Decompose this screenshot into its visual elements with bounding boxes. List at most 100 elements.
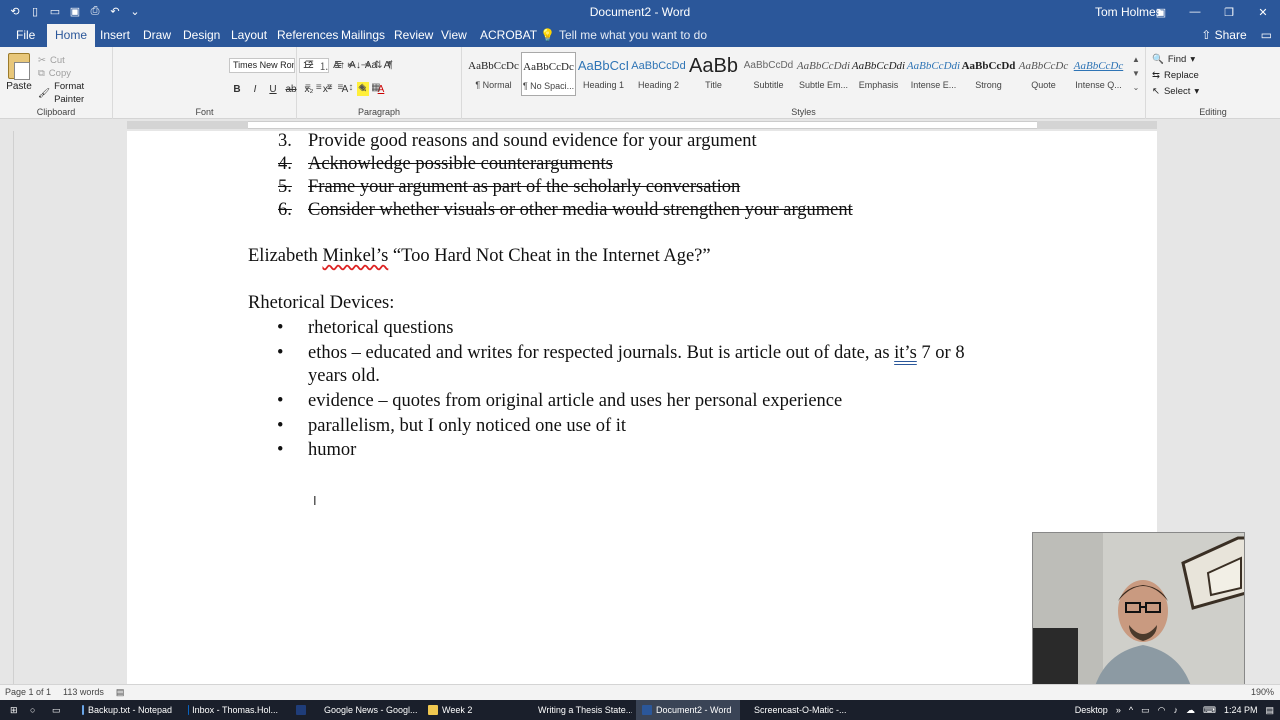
notifications-icon[interactable]: ▤ bbox=[1265, 705, 1274, 716]
tab-layout[interactable]: Layout bbox=[223, 24, 275, 47]
gallery-up-icon[interactable]: ▲ bbox=[1130, 53, 1142, 67]
volume-icon[interactable]: ♪ bbox=[1173, 705, 1178, 715]
gallery-more-icon[interactable]: ⌄ bbox=[1130, 81, 1142, 95]
zoom-level[interactable]: 190% bbox=[1251, 687, 1274, 697]
onedrive-icon[interactable]: ☁ bbox=[1186, 705, 1195, 716]
numbering-icon[interactable]: ⒈ bbox=[319, 58, 329, 73]
shading-icon[interactable]: ◈ bbox=[358, 82, 366, 93]
show-marks-icon[interactable]: ¶ bbox=[388, 60, 393, 71]
paste-button[interactable]: Paste bbox=[6, 53, 32, 92]
language-icon[interactable]: ⌨ bbox=[1203, 705, 1216, 716]
bullet-item[interactable]: • evidence – quotes from original articl… bbox=[127, 391, 1157, 415]
tab-design[interactable]: Design bbox=[175, 24, 228, 47]
word-count[interactable]: 113 words bbox=[63, 687, 104, 698]
list-item-4[interactable]: 4. Acknowledge possible counterarguments bbox=[127, 154, 647, 178]
bullet-item[interactable]: • rhetorical questions bbox=[127, 318, 1157, 342]
style-subtitle[interactable]: AaBbCcDd Subtitle bbox=[741, 52, 796, 96]
bullet-item[interactable]: • parallelism, but I only noticed one us… bbox=[127, 416, 1157, 440]
taskbar-item-label: Screencast-O-Matic -... bbox=[754, 705, 847, 715]
bold-icon[interactable]: B bbox=[231, 82, 243, 96]
search-icon: ○ bbox=[30, 705, 36, 715]
justify-icon[interactable]: ≡ bbox=[338, 82, 344, 93]
start-button[interactable]: ⊞ bbox=[4, 700, 24, 720]
comments-icon[interactable]: ▭ bbox=[1261, 24, 1272, 47]
taskbar-item-screencast[interactable]: Screencast-O-Matic -... bbox=[744, 700, 848, 720]
taskbar-item-powershell[interactable] bbox=[290, 700, 312, 720]
align-right-icon[interactable]: ≡ bbox=[327, 82, 333, 93]
style-heading-2[interactable]: AaBbCcDd Heading 2 bbox=[631, 52, 686, 96]
bullets-icon[interactable]: ☰ bbox=[305, 60, 314, 71]
style-subtle-emphasis[interactable]: AaBbCcDdi Subtle Em... bbox=[796, 52, 851, 96]
tab-insert[interactable]: Insert bbox=[92, 24, 138, 47]
style-quote[interactable]: AaBbCcDc Quote bbox=[1016, 52, 1071, 96]
horizontal-ruler[interactable] bbox=[0, 119, 1280, 131]
taskbar-item-chrome[interactable]: Google News - Googl... bbox=[314, 700, 422, 720]
style-emphasis[interactable]: AaBbCcDdi Emphasis bbox=[851, 52, 906, 96]
format-painter-button[interactable]: 🖌 Format Painter bbox=[38, 80, 112, 106]
clock[interactable]: 1:24 PM bbox=[1224, 705, 1258, 715]
style-title[interactable]: AaBb Title bbox=[686, 52, 741, 96]
decrease-indent-icon[interactable]: ⇤ bbox=[347, 60, 355, 71]
ruler-bar bbox=[127, 121, 1157, 129]
styles-gallery-scroll[interactable]: ▲ ▼ ⌄ bbox=[1130, 53, 1142, 95]
sort-icon[interactable]: ⇅ bbox=[374, 60, 382, 71]
vertical-ruler[interactable] bbox=[0, 131, 14, 684]
gallery-down-icon[interactable]: ▼ bbox=[1130, 67, 1142, 81]
align-center-icon[interactable]: ≡ bbox=[316, 82, 322, 93]
taskbar-item-word-document2[interactable]: Document2 - Word bbox=[636, 700, 740, 720]
taskbar-item-word-thesis[interactable]: Writing a Thesis State... bbox=[528, 700, 632, 720]
close-icon[interactable]: ✕ bbox=[1246, 0, 1280, 24]
tab-home[interactable]: Home bbox=[47, 24, 96, 47]
increase-indent-icon[interactable]: ⇥ bbox=[361, 60, 369, 71]
chevron-right-icon[interactable]: » bbox=[1116, 705, 1121, 715]
taskbar-item-outlook[interactable]: Inbox - Thomas.Hol... bbox=[182, 700, 284, 720]
page-count[interactable]: Page 1 of 1 bbox=[5, 687, 51, 698]
window-title: Document2 - Word bbox=[589, 5, 691, 19]
style-intense-emphasis[interactable]: AaBbCcDdi Intense E... bbox=[906, 52, 961, 96]
multilevel-list-icon[interactable]: ≣ bbox=[334, 60, 342, 71]
restore-icon[interactable]: ❐ bbox=[1212, 0, 1246, 24]
style-intense-quote[interactable]: AaBbCcDc Intense Q... bbox=[1071, 52, 1126, 96]
taskbar-item-folder[interactable]: Week 2 bbox=[422, 700, 524, 720]
section-heading[interactable]: Rhetorical Devices: bbox=[248, 293, 394, 314]
share-button[interactable]: ⇧ Share bbox=[1201, 24, 1246, 47]
style-strong[interactable]: AaBbCcDd Strong bbox=[961, 52, 1016, 96]
network-icon[interactable]: ◠ bbox=[1158, 705, 1166, 716]
document-page[interactable]: 3. Provide good reasons and sound eviden… bbox=[127, 131, 1157, 684]
show-hidden-icons-icon[interactable]: ^ bbox=[1129, 705, 1133, 715]
style-normal[interactable]: AaBbCcDc ¶ Normal bbox=[466, 52, 521, 96]
font-name-combo[interactable]: Times New Roman bbox=[229, 58, 295, 73]
select-button[interactable]: ↖ Select ▾ bbox=[1152, 84, 1199, 100]
bullet-item[interactable]: • ethos – educated and writes for respec… bbox=[127, 343, 1157, 367]
strikethrough-icon[interactable]: ab bbox=[285, 82, 297, 96]
ribbon-display-options-icon[interactable]: ▣ bbox=[1144, 0, 1178, 24]
style-heading-1[interactable]: AaBbCcI Heading 1 bbox=[576, 52, 631, 96]
tab-file[interactable]: File bbox=[8, 24, 43, 47]
source-line[interactable]: Elizabeth Minkel’s “Too Hard Not Cheat i… bbox=[248, 246, 711, 267]
proofing-icon[interactable]: ▤ bbox=[116, 687, 125, 698]
task-view-button[interactable]: ▭ bbox=[46, 700, 67, 720]
copy-button[interactable]: ⧉ Copy bbox=[38, 67, 112, 80]
bullet-item[interactable]: • humor bbox=[127, 440, 1157, 464]
align-left-icon[interactable]: ≡ bbox=[305, 82, 311, 93]
search-button[interactable]: ○ bbox=[24, 700, 41, 720]
tell-me-box[interactable]: 💡 Tell me what you want to do bbox=[540, 24, 707, 47]
style-no-spacing[interactable]: AaBbCcDc ¶ No Spaci... bbox=[521, 52, 576, 96]
minimize-icon[interactable]: — bbox=[1178, 0, 1212, 24]
cut-button[interactable]: ✂ Cut bbox=[38, 54, 112, 67]
replace-button[interactable]: ⇆ Replace bbox=[1152, 68, 1199, 84]
tab-draw[interactable]: Draw bbox=[135, 24, 179, 47]
find-button[interactable]: 🔍 Find ▾ bbox=[1152, 52, 1199, 68]
bullet-continuation[interactable]: years old. bbox=[308, 366, 380, 387]
taskbar-item-notepad[interactable]: Backup.txt - Notepad bbox=[76, 700, 178, 720]
battery-icon[interactable]: ▭ bbox=[1141, 705, 1150, 716]
borders-icon[interactable]: ▦ bbox=[371, 82, 380, 93]
italic-icon[interactable]: I bbox=[249, 82, 261, 96]
underline-icon[interactable]: U bbox=[267, 82, 279, 96]
bullet-text: humor bbox=[308, 440, 357, 460]
tab-acrobat[interactable]: ACROBAT bbox=[472, 24, 545, 47]
tab-view[interactable]: View bbox=[433, 24, 475, 47]
desktop-toolbar[interactable]: Desktop bbox=[1075, 705, 1108, 715]
tab-mailings[interactable]: Mailings bbox=[333, 24, 393, 47]
line-spacing-icon[interactable]: ↕ bbox=[348, 82, 353, 93]
